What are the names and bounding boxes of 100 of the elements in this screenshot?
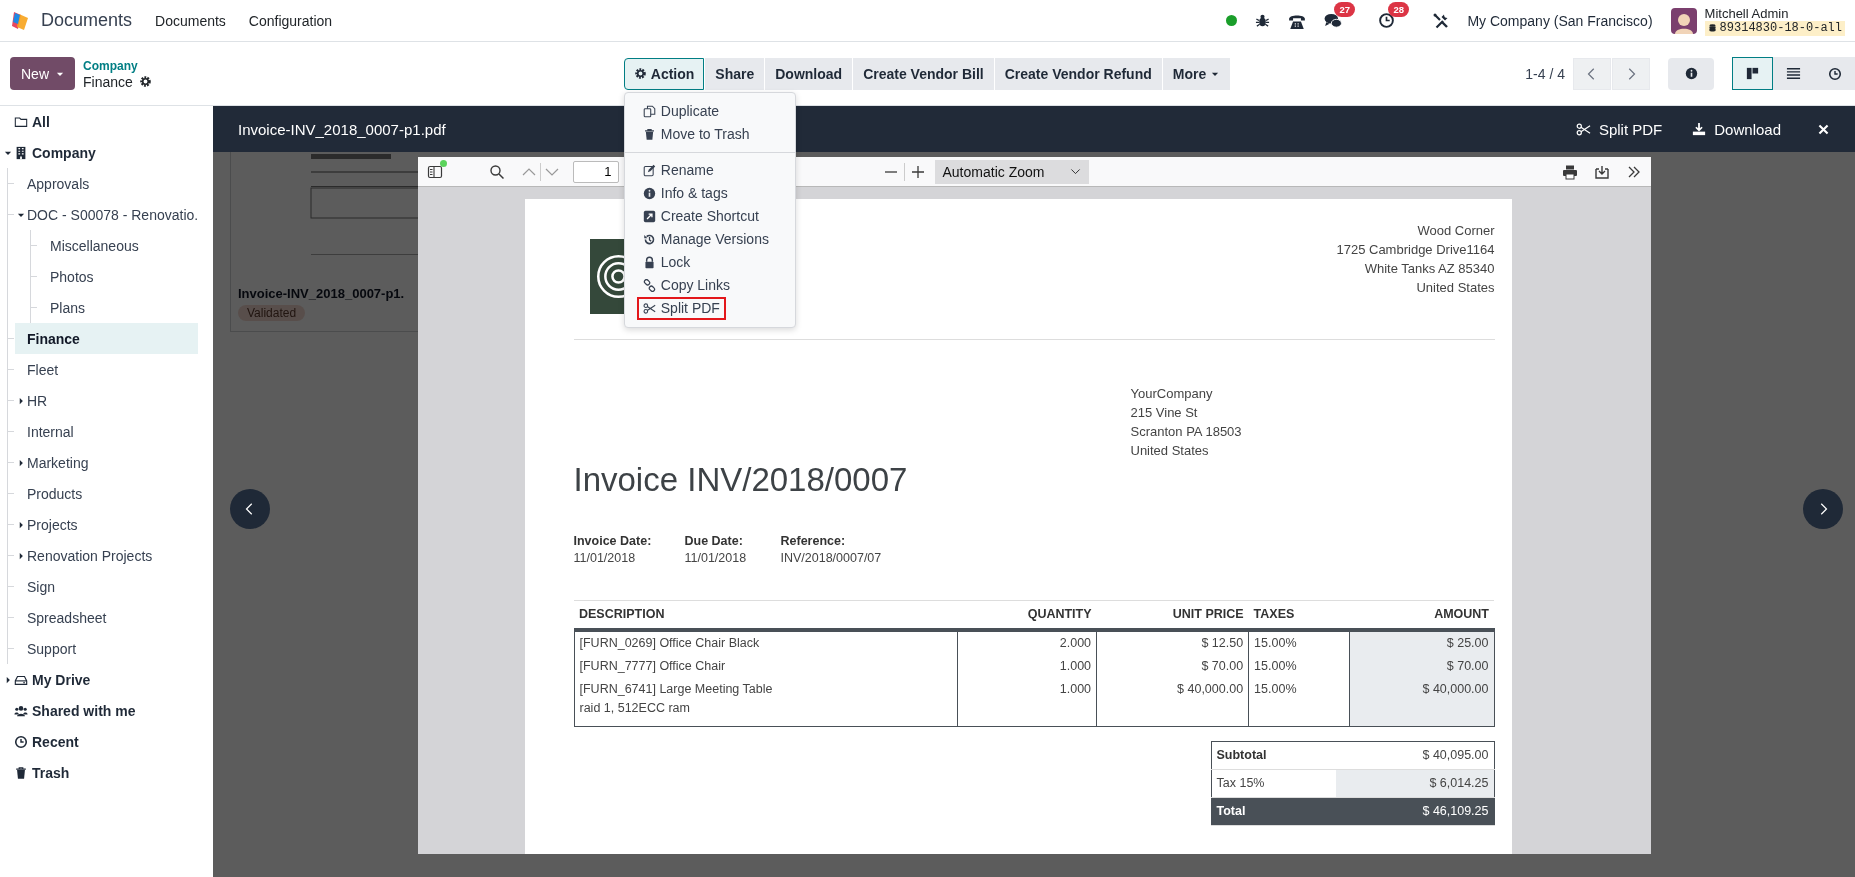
menu-item[interactable]: Lock — [636, 250, 697, 274]
sidebar-item[interactable]: Marketing — [15, 447, 198, 478]
total-label: Subtotal — [1211, 741, 1336, 770]
table-cell: $ 40,000.00 — [1349, 678, 1494, 727]
total-value: $ 46,109.25 — [1335, 797, 1494, 826]
menu-item[interactable]: Documents — [155, 12, 226, 29]
toolbar-button[interactable]: Create Vendor Bill — [853, 57, 994, 90]
table-cell: 1.000 — [957, 678, 1097, 727]
sidebar-item[interactable]: Fleet — [15, 354, 198, 385]
info-icon — [1684, 67, 1698, 80]
sidebar-item[interactable]: Sign — [15, 571, 198, 602]
history-icon — [642, 232, 656, 246]
scissors-icon — [642, 301, 656, 315]
breadcrumb-link[interactable]: Company — [83, 57, 152, 74]
sidebar-item[interactable]: Spreadsheet — [15, 602, 198, 633]
address-line: 1725 Cambridge Drive1164 — [1336, 241, 1495, 259]
page-number-field[interactable]: 1 — [572, 160, 619, 183]
sidebar-item[interactable]: Recent — [0, 726, 198, 757]
sidebar-item[interactable]: Renovation Projects — [15, 540, 198, 571]
database-label: 89314830-18-0-all — [1704, 20, 1845, 36]
bug-icon[interactable] — [1255, 13, 1271, 28]
tools-icon[interactable] — [1433, 12, 1450, 29]
count-badge: 27 — [1334, 1, 1355, 17]
sidebar-item[interactable]: Internal — [15, 416, 198, 447]
toolbar-button[interactable]: Share — [705, 57, 765, 90]
kanban-icon — [1745, 66, 1760, 81]
app-name[interactable]: Documents — [41, 10, 133, 31]
menu-item[interactable]: Rename — [636, 158, 720, 182]
table-cell: $ 40,000.00 — [1096, 678, 1249, 727]
menu-item[interactable]: Manage Versions — [636, 227, 775, 251]
sidebar-item[interactable]: All — [0, 106, 198, 137]
menu-item[interactable]: Split PDF — [636, 296, 726, 320]
column-header: UNIT PRICE — [1096, 600, 1249, 630]
info-button[interactable] — [1668, 57, 1714, 90]
column-header: QUANTITY — [957, 600, 1097, 630]
field-label: Reference: — [780, 533, 847, 550]
info-icon — [642, 186, 656, 200]
scissors-icon — [1575, 121, 1591, 137]
table-cell: 1.000 — [957, 655, 1097, 678]
shortcut-icon — [642, 209, 656, 223]
sidebar-item[interactable]: Plans — [38, 292, 198, 323]
toolbar-button[interactable]: Create Vendor Refund — [994, 57, 1162, 90]
sidebar-item[interactable]: Finance — [15, 323, 198, 354]
close-button[interactable] — [1817, 122, 1830, 136]
chat-icon[interactable] — [1324, 11, 1343, 30]
gear-icon — [633, 67, 647, 80]
avatar[interactable] — [1670, 7, 1697, 34]
table-cell: $ 25.00 — [1349, 630, 1494, 655]
table-cell: [FURN_7777] Office Chair — [574, 655, 958, 678]
count-badge: 28 — [1388, 2, 1409, 17]
lock-icon — [642, 255, 656, 269]
sidebar-item[interactable]: Photos — [38, 261, 198, 292]
address-line: 215 Vine St — [1130, 404, 1199, 422]
new-button[interactable]: New — [10, 57, 75, 90]
table-cell: $ 70.00 — [1096, 655, 1249, 678]
sidebar-item[interactable]: My Drive — [0, 664, 198, 695]
user-name[interactable]: Mitchell Admin — [1704, 5, 1845, 21]
table-cell: 15.00% — [1248, 655, 1350, 678]
building-icon — [14, 145, 28, 160]
edit-icon — [642, 163, 656, 177]
menu-item[interactable]: Configuration — [248, 12, 333, 29]
settings-icon[interactable] — [138, 75, 152, 88]
toolbar-button[interactable]: Action — [623, 57, 705, 90]
toolbar-button[interactable]: Download — [765, 57, 853, 90]
menu-item[interactable]: Create Shortcut — [636, 204, 765, 228]
menu-item[interactable]: Move to Trash — [636, 122, 756, 146]
table-cell: $ 70.00 — [1349, 655, 1494, 678]
panel-icon — [426, 163, 443, 180]
column-header: DESCRIPTION — [574, 600, 958, 630]
menu-item[interactable]: Copy Links — [636, 273, 737, 297]
sidebar-item[interactable]: Support — [15, 633, 198, 664]
trash-icon — [642, 127, 656, 141]
sidebar-item[interactable]: Company — [0, 137, 198, 168]
toolbar-button[interactable]: More — [1162, 57, 1231, 90]
address-line: YourCompany — [1130, 385, 1214, 403]
menu-item[interactable]: Duplicate — [636, 99, 726, 123]
field-value: 11/01/2018 — [684, 550, 748, 567]
printer-icon — [1561, 163, 1578, 180]
status-dot — [1226, 15, 1238, 26]
sidebar-item[interactable]: Products — [15, 478, 198, 509]
menu-item[interactable]: Info & tags — [636, 181, 734, 205]
sidebar-item[interactable]: Trash — [0, 757, 198, 788]
sidebar-item[interactable]: DOC - S00078 - Renovatio. — [15, 199, 199, 230]
clock-icon[interactable] — [1378, 12, 1396, 29]
download-icon — [1692, 122, 1707, 136]
zoom-select[interactable]: Automatic Zoom — [934, 159, 1089, 184]
field-label: Invoice Date: — [573, 533, 653, 550]
sidebar-item[interactable]: Projects — [15, 509, 198, 540]
view-button[interactable] — [1732, 57, 1773, 90]
sidebar-item[interactable]: Shared with me — [0, 695, 198, 726]
sidebar-item[interactable]: Approvals — [15, 168, 198, 199]
chevron-down-icon — [1069, 166, 1081, 177]
app-logo-icon[interactable] — [10, 10, 30, 31]
split-pdf-button[interactable]: Split PDF — [1575, 120, 1663, 138]
company-switcher[interactable]: My Company (San Francisco) — [1467, 12, 1653, 29]
address-line: United States — [1130, 442, 1210, 460]
sidebar-item[interactable]: HR — [15, 385, 198, 416]
sidebar-item[interactable]: Miscellaneous — [38, 230, 198, 261]
plus-icon — [909, 163, 926, 180]
download-button[interactable]: Download — [1692, 120, 1781, 138]
